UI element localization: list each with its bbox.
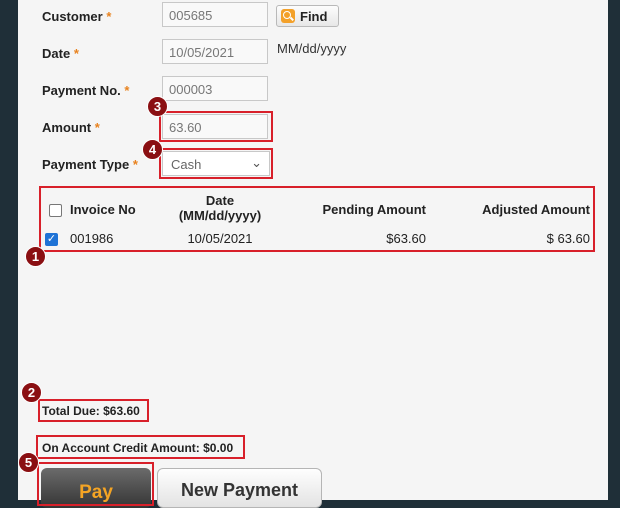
amount-highlight-box (159, 111, 273, 142)
total-due-highlight-box (38, 399, 149, 422)
search-icon (281, 9, 295, 23)
customer-label: Customer * (42, 9, 112, 24)
find-button[interactable]: Find (276, 5, 339, 27)
annotation-badge-5: 5 (18, 452, 39, 473)
date-field[interactable]: 10/05/2021 (162, 39, 268, 64)
annotation-badge-3: 3 (147, 96, 168, 117)
annotation-badge-2: 2 (21, 382, 42, 403)
payment-no-field[interactable]: 000003 (162, 76, 268, 101)
annotation-badge-1: 1 (25, 246, 46, 267)
pay-highlight-box (37, 462, 154, 506)
payment-type-label: Payment Type * (42, 157, 138, 172)
credit-highlight-box (36, 435, 245, 459)
annotation-badge-4: 4 (142, 139, 163, 160)
payment-no-label: Payment No. * (42, 83, 130, 98)
date-label: Date * (42, 46, 79, 61)
customer-field[interactable]: 005685 (162, 2, 268, 27)
new-payment-button[interactable]: New Payment (157, 468, 322, 508)
amount-label: Amount * (42, 120, 100, 135)
date-format-hint: MM/dd/yyyy (277, 41, 347, 56)
payment-type-highlight-box (159, 148, 273, 179)
invoice-table-highlight-box (39, 186, 595, 252)
